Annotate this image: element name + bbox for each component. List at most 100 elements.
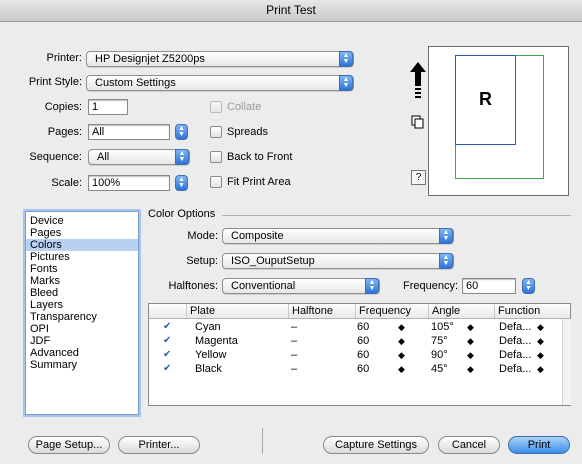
popup-arrows-icon: ▲ ▼ bbox=[175, 149, 189, 165]
angle-popup-icon[interactable]: ◆ bbox=[467, 335, 474, 347]
copy-pages-icon[interactable] bbox=[411, 115, 425, 129]
row-frequency[interactable]: 60 bbox=[357, 321, 369, 333]
print-style-value: Custom Settings bbox=[95, 77, 176, 89]
setup-label: Setup: bbox=[186, 255, 218, 267]
list-item-marks[interactable]: Marks bbox=[30, 275, 60, 287]
table-header-plate[interactable]: Plate bbox=[187, 304, 289, 318]
function-popup-icon[interactable]: ◆ bbox=[537, 321, 544, 333]
back-to-front-checkbox[interactable] bbox=[210, 151, 222, 163]
list-item-opi[interactable]: OPI bbox=[30, 323, 49, 335]
help-button[interactable]: ? bbox=[411, 170, 426, 185]
page-preview: R bbox=[428, 46, 569, 196]
row-halftone: – bbox=[291, 335, 298, 347]
table-header-frequency[interactable]: Frequency bbox=[356, 304, 429, 318]
printer-popup[interactable]: HP Designjet Z5200ps ▲ ▼ bbox=[86, 51, 354, 67]
window-title: Print Test bbox=[0, 0, 582, 22]
print-button[interactable]: Print bbox=[508, 436, 570, 454]
row-angle[interactable]: 75° bbox=[431, 335, 448, 347]
collate-checkbox[interactable] bbox=[210, 101, 222, 113]
preview-letter: R bbox=[479, 89, 492, 109]
frequency-popup-icon[interactable]: ◆ bbox=[398, 349, 405, 361]
button-separator bbox=[262, 428, 263, 454]
row-function[interactable]: Defa... bbox=[499, 349, 531, 361]
list-item-colors[interactable]: Colors bbox=[26, 239, 138, 251]
angle-popup-icon[interactable]: ◆ bbox=[467, 363, 474, 375]
table-header-angle[interactable]: Angle bbox=[429, 304, 495, 318]
popup-arrows-icon: ▲ ▼ bbox=[339, 75, 353, 91]
frequency-popup-icon[interactable]: ◆ bbox=[398, 321, 405, 333]
popup-arrows-icon: ▲ ▼ bbox=[365, 278, 379, 294]
scale-field[interactable]: 100% bbox=[88, 175, 170, 191]
collate-label: Collate bbox=[227, 101, 262, 113]
table-header-function[interactable]: Function bbox=[495, 304, 570, 318]
table-header-check bbox=[149, 304, 187, 318]
back-to-front-label: Back to Front bbox=[227, 151, 293, 163]
page-setup-button[interactable]: Page Setup... bbox=[28, 436, 110, 454]
row-angle[interactable]: 105° bbox=[431, 321, 454, 333]
orientation-up-arrow-icon[interactable] bbox=[410, 62, 426, 102]
table-header-halftone[interactable]: Halftone bbox=[289, 304, 356, 318]
checkmark-icon[interactable]: ✔ bbox=[163, 363, 171, 375]
setup-value: ISO_OuputSetup bbox=[231, 255, 315, 267]
row-frequency[interactable]: 60 bbox=[357, 363, 369, 375]
frequency-popup-icon[interactable]: ◆ bbox=[398, 363, 405, 375]
mode-label: Mode: bbox=[187, 230, 218, 242]
pages-arrows-icon[interactable]: ▲ ▼ bbox=[175, 124, 188, 140]
list-item-jdf[interactable]: JDF bbox=[30, 335, 50, 347]
pages-field[interactable]: All bbox=[88, 124, 170, 140]
halftones-popup[interactable]: Conventional ▲ ▼ bbox=[222, 278, 380, 294]
row-frequency[interactable]: 60 bbox=[357, 335, 369, 347]
frequency-field[interactable]: 60 bbox=[462, 278, 516, 294]
function-popup-icon[interactable]: ◆ bbox=[537, 349, 544, 361]
mode-popup[interactable]: Composite ▲ ▼ bbox=[222, 228, 454, 244]
checkmark-icon[interactable]: ✔ bbox=[163, 321, 171, 333]
row-function[interactable]: Defa... bbox=[499, 363, 531, 375]
function-popup-icon[interactable]: ◆ bbox=[537, 363, 544, 375]
row-angle[interactable]: 90° bbox=[431, 349, 448, 361]
mode-value: Composite bbox=[231, 230, 284, 242]
category-list[interactable]: Device Pages Colors Pictures Fonts Marks… bbox=[25, 211, 139, 415]
list-item-fonts[interactable]: Fonts bbox=[30, 263, 58, 275]
copies-field[interactable]: 1 bbox=[88, 99, 128, 115]
sequence-popup[interactable]: All ▲ ▼ bbox=[88, 149, 190, 165]
printer-button[interactable]: Printer... bbox=[118, 436, 200, 454]
frequency-label: Frequency: bbox=[402, 280, 458, 292]
checkmark-icon[interactable]: ✔ bbox=[163, 349, 171, 361]
list-item-device[interactable]: Device bbox=[30, 215, 64, 227]
capture-settings-button[interactable]: Capture Settings bbox=[323, 436, 429, 454]
sequence-label: Sequence: bbox=[29, 151, 82, 163]
angle-popup-icon[interactable]: ◆ bbox=[467, 349, 474, 361]
setup-popup[interactable]: ISO_OuputSetup ▲ ▼ bbox=[222, 253, 454, 269]
list-item-bleed[interactable]: Bleed bbox=[30, 287, 58, 299]
popup-arrows-icon: ▲ ▼ bbox=[439, 253, 453, 269]
frequency-popup-icon[interactable]: ◆ bbox=[398, 335, 405, 347]
scale-arrows-icon[interactable]: ▲ ▼ bbox=[175, 175, 188, 191]
halftones-value: Conventional bbox=[231, 280, 296, 292]
list-item-layers[interactable]: Layers bbox=[30, 299, 63, 311]
row-halftone: – bbox=[291, 349, 298, 361]
list-item-advanced[interactable]: Advanced bbox=[30, 347, 79, 359]
frequency-arrows-icon[interactable]: ▲ ▼ bbox=[522, 278, 535, 294]
fit-print-area-checkbox[interactable] bbox=[210, 176, 222, 188]
row-function[interactable]: Defa... bbox=[499, 335, 531, 347]
plate-table[interactable]: Plate Halftone Frequency Angle Function … bbox=[148, 303, 571, 406]
table-scrollbar[interactable] bbox=[562, 319, 571, 405]
spreads-checkbox[interactable] bbox=[210, 126, 222, 138]
row-angle[interactable]: 45° bbox=[431, 363, 448, 375]
row-frequency[interactable]: 60 bbox=[357, 349, 369, 361]
row-function[interactable]: Defa... bbox=[499, 321, 531, 333]
header-divider bbox=[149, 318, 570, 319]
row-plate: Magenta bbox=[195, 335, 238, 347]
cancel-button[interactable]: Cancel bbox=[438, 436, 500, 454]
checkmark-icon[interactable]: ✔ bbox=[163, 335, 171, 347]
list-item-summary[interactable]: Summary bbox=[30, 359, 77, 371]
list-item-pictures[interactable]: Pictures bbox=[30, 251, 70, 263]
angle-popup-icon[interactable]: ◆ bbox=[467, 321, 474, 333]
row-plate: Cyan bbox=[195, 321, 221, 333]
copies-label: Copies: bbox=[44, 101, 82, 113]
list-item-transparency[interactable]: Transparency bbox=[30, 311, 97, 323]
print-style-popup[interactable]: Custom Settings ▲ ▼ bbox=[86, 75, 354, 91]
print-style-label: Print Style: bbox=[28, 76, 82, 88]
function-popup-icon[interactable]: ◆ bbox=[537, 335, 544, 347]
list-item-pages[interactable]: Pages bbox=[30, 227, 61, 239]
